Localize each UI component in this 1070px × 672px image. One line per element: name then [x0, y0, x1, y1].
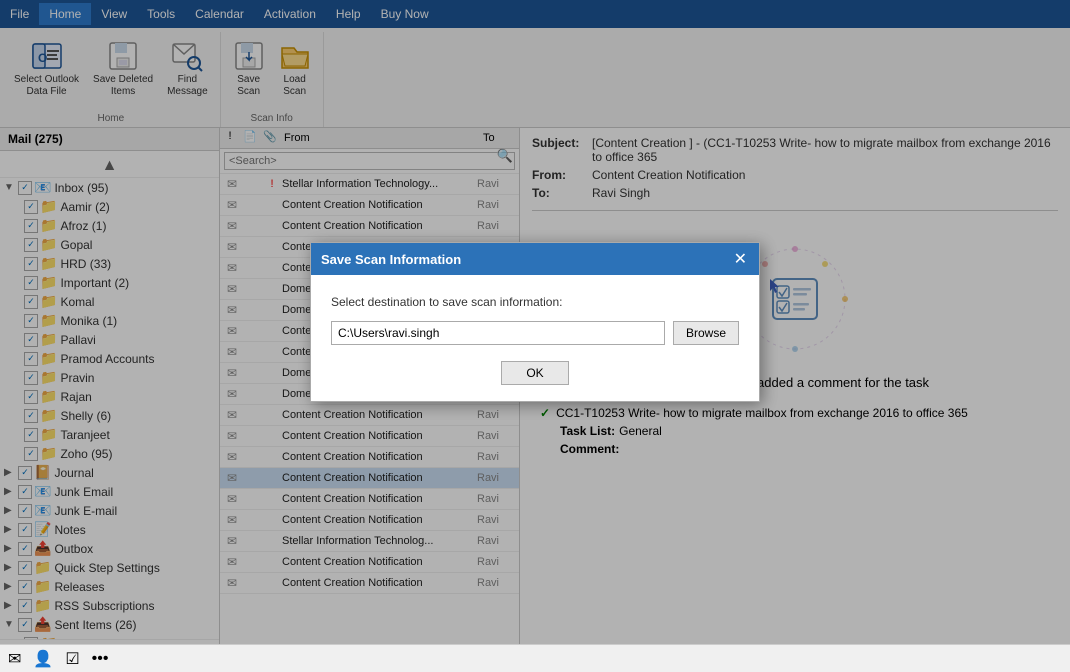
modal-title-bar: Save Scan Information ✕: [311, 243, 759, 275]
modal-path-input[interactable]: [331, 321, 665, 345]
modal-close-button[interactable]: ✕: [732, 249, 749, 269]
modal-overlay: Save Scan Information ✕ Select destinati…: [0, 0, 1070, 644]
modal-body: Select destination to save scan informat…: [311, 275, 759, 401]
modal-title: Save Scan Information: [321, 252, 461, 267]
modal-input-row: Browse: [331, 321, 739, 345]
modal-browse-button[interactable]: Browse: [673, 321, 739, 345]
modal-ok-button[interactable]: OK: [501, 361, 568, 385]
status-more-icon[interactable]: •••: [92, 650, 109, 668]
modal-description: Select destination to save scan informat…: [331, 295, 739, 309]
status-bar: ✉ 👤 ☑ •••: [0, 644, 1070, 672]
status-mail-icon[interactable]: ✉: [8, 649, 21, 669]
status-tasks-icon[interactable]: ☑: [65, 649, 79, 669]
status-people-icon[interactable]: 👤: [33, 649, 53, 669]
save-scan-modal: Save Scan Information ✕ Select destinati…: [310, 242, 760, 402]
